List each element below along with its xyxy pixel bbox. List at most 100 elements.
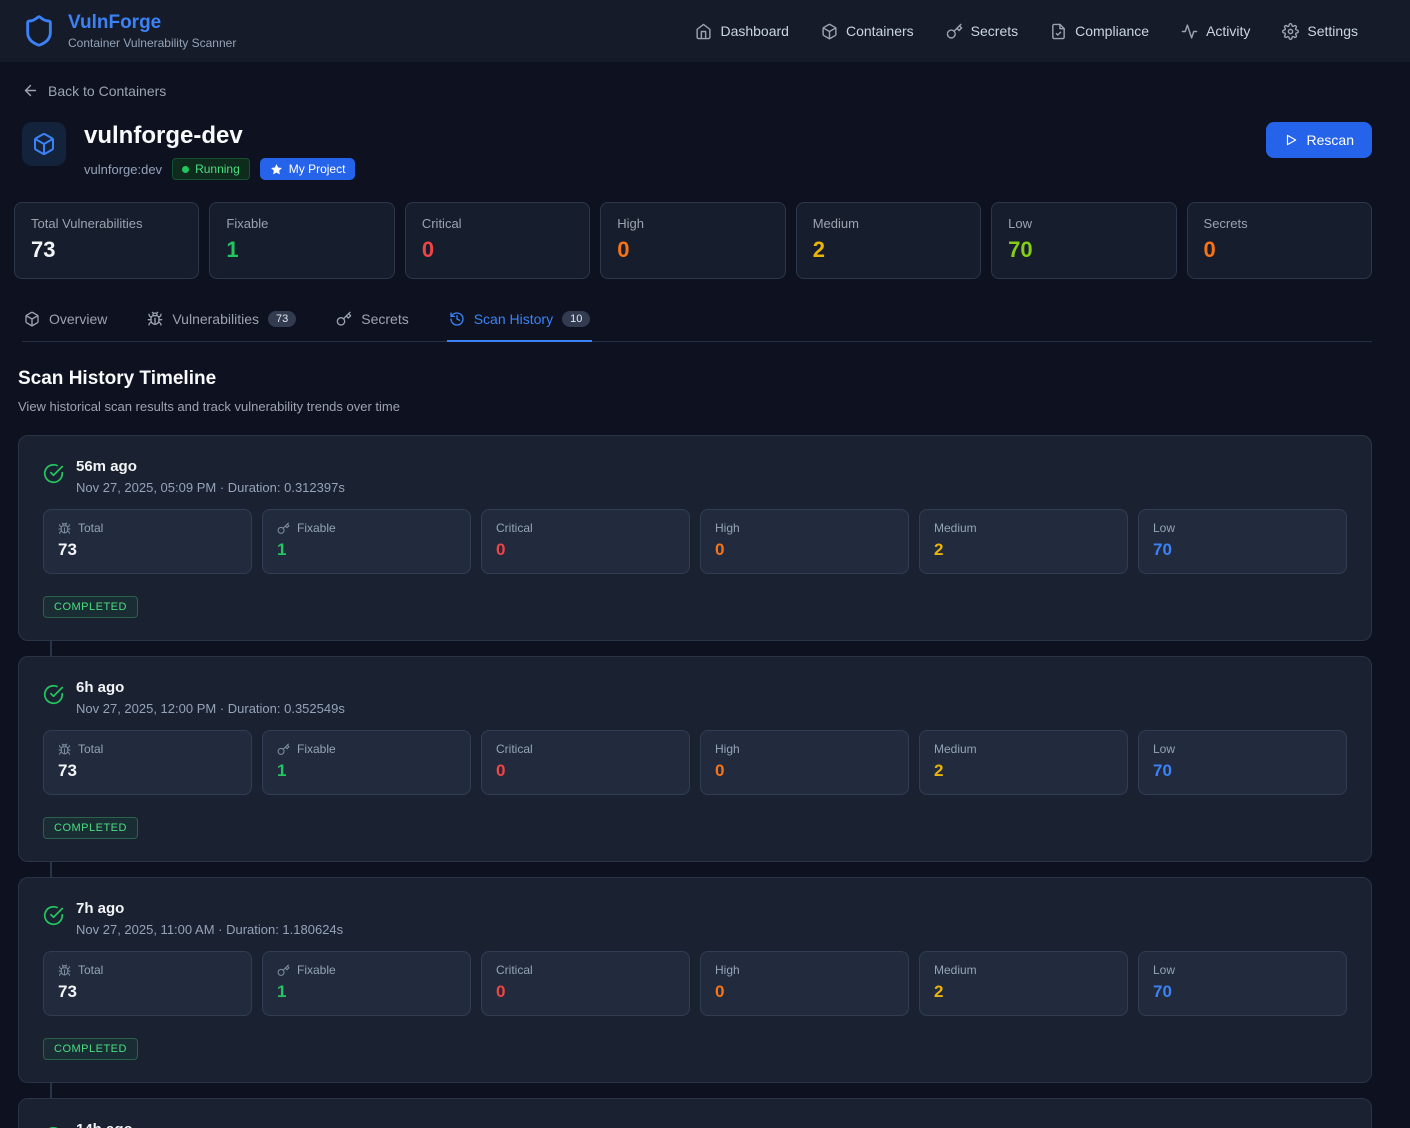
check-circle-icon (43, 905, 64, 926)
mini-stat-label: Total (78, 963, 103, 977)
mini-stat-total: Total73 (43, 730, 252, 795)
home-icon (695, 23, 712, 40)
scan-status-badge: COMPLETED (43, 596, 138, 618)
mini-stat-label: High (715, 521, 740, 535)
key-icon (277, 522, 290, 535)
status-badge: Running (172, 158, 250, 180)
scan-detail: Nov 27, 2025, 11:00 AM · Duration: 1.180… (76, 922, 343, 937)
mini-stat-total: Total73 (43, 951, 252, 1016)
mini-stat-label: Low (1153, 742, 1175, 756)
check-circle-icon (43, 463, 64, 484)
stat-card-secrets: Secrets 0 (1187, 202, 1372, 279)
tab-vulnerabilities[interactable]: Vulnerabilities73 (145, 299, 298, 342)
shield-icon (22, 14, 56, 48)
mini-stat-value: 73 (58, 540, 237, 560)
mini-stat-low: Low70 (1138, 730, 1347, 795)
mini-stat-total: Total 73 (43, 509, 252, 574)
mini-stat-high: High 0 (700, 951, 909, 1016)
tab-bar: Overview Vulnerabilities73 Secrets Scan His… (22, 299, 1372, 342)
mini-stat-value: 1 (277, 982, 456, 1002)
brand-title: VulnForge (68, 12, 236, 34)
tab-label: Scan History (474, 311, 553, 327)
stat-value: 1 (226, 237, 377, 263)
key-icon (277, 743, 290, 756)
nav-item-activity[interactable]: Activity (1181, 23, 1250, 40)
activity-icon (1181, 23, 1198, 40)
rescan-button[interactable]: Rescan (1266, 122, 1372, 158)
bug-icon (58, 522, 71, 535)
stat-value: 0 (1204, 237, 1355, 263)
nav-item-compliance[interactable]: Compliance (1050, 23, 1149, 40)
mini-stat-label: Low (1153, 521, 1175, 535)
check-circle-icon (43, 463, 64, 484)
key-icon (336, 311, 352, 327)
key-icon (946, 23, 963, 40)
stat-card-fixable: Fixable1 (209, 202, 394, 279)
star-icon (270, 163, 283, 176)
arrow-left-icon (22, 82, 39, 99)
mini-stat-value: 0 (496, 982, 675, 1002)
bug-icon (58, 964, 71, 977)
mini-stat-label: High (715, 742, 740, 756)
mini-stat-label: Medium (934, 963, 977, 977)
mini-stat-label: Medium (934, 742, 977, 756)
stat-value: 70 (1008, 237, 1159, 263)
scan-entry-header: 6h agoNov 27, 2025, 12:00 PM · Duration:… (43, 679, 1347, 716)
mini-stat-label: Fixable (297, 521, 336, 535)
scan-time-ago: 6h ago (76, 679, 345, 696)
bug-icon (58, 743, 71, 756)
scan-entry-header: 7h agoNov 27, 2025, 11:00 AM · Duration:… (43, 900, 1347, 937)
mini-stat-low: Low 70 (1138, 951, 1347, 1016)
mini-stat-value: 1 (277, 761, 456, 781)
mini-stat-label: Medium (934, 521, 977, 535)
stat-label: Total Vulnerabilities (31, 216, 182, 231)
back-link-label: Back to Containers (48, 83, 166, 99)
scan-entry-stats: Total73Fixable1Critical0High0Medium2Low7… (43, 509, 1347, 574)
scan-entry: 6h agoNov 27, 2025, 12:00 PM · Duration:… (18, 656, 1372, 862)
mini-stat-fixable: Fixable1 (262, 509, 471, 574)
mini-stat-fixable: Fixable1 (262, 951, 471, 1016)
nav-item-label: Compliance (1075, 23, 1149, 39)
stat-label: Secrets (1204, 216, 1355, 231)
nav-item-settings[interactable]: Settings (1282, 23, 1358, 40)
stat-card-high: High0 (600, 202, 785, 279)
mini-stat-label: Total (78, 521, 103, 535)
mini-stat-value: 70 (1153, 540, 1332, 560)
mini-stat-value: 0 (715, 982, 894, 1002)
mini-stat-value: 70 (1153, 982, 1332, 1002)
tab-overview[interactable]: Overview (22, 299, 109, 342)
nav-item-dashboard[interactable]: Dashboard (695, 23, 789, 40)
nav-item-label: Containers (846, 23, 914, 39)
section-title: Scan History Timeline (18, 368, 1372, 390)
nav-item-label: Settings (1307, 23, 1358, 39)
top-nav: VulnForge Container Vulnerability Scanne… (0, 0, 1410, 62)
stat-value: 73 (31, 237, 182, 263)
tab-secrets[interactable]: Secrets (334, 299, 410, 342)
stat-card-critical: Critical0 (405, 202, 590, 279)
scan-status-badge: COMPLETED (43, 1038, 138, 1060)
nav-item-containers[interactable]: Containers (821, 23, 914, 40)
mini-stat-label: High (715, 963, 740, 977)
page-title: vulnforge-dev (84, 122, 355, 150)
history-icon (449, 311, 465, 327)
tab-scan-history[interactable]: Scan History 10 (447, 299, 593, 342)
scan-entry-header: 56m agoNov 27, 2025, 05:09 PM · Duration… (43, 458, 1347, 495)
nav-item-secrets[interactable]: Secrets (946, 23, 1018, 40)
check-circle-icon (43, 905, 64, 926)
tab-label: Vulnerabilities (172, 311, 259, 327)
tab-label: Overview (49, 311, 107, 327)
mini-stat-label: Critical (496, 742, 533, 756)
mini-stat-value: 73 (58, 761, 237, 781)
back-to-containers-link[interactable]: Back to Containers (22, 82, 166, 99)
mini-stat-value: 2 (934, 761, 1113, 781)
mini-stat-critical: Critical 0 (481, 730, 690, 795)
scan-time-ago: 14h ago (76, 1121, 133, 1128)
tab-count-badge: 10 (562, 311, 590, 327)
check-circle-icon (43, 684, 64, 705)
stat-label: High (617, 216, 768, 231)
mini-stat-label: Low (1153, 963, 1175, 977)
mini-stat-value: 2 (934, 982, 1113, 1002)
status-dot-icon (182, 166, 189, 173)
mini-stat-value: 0 (496, 761, 675, 781)
stat-label: Low (1008, 216, 1159, 231)
